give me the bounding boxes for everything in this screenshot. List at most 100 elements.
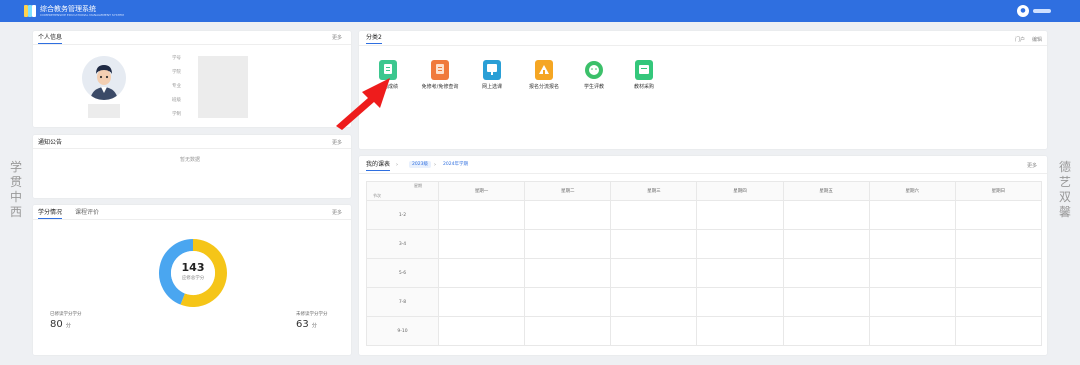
timetable-cell[interactable] [782,229,870,259]
tab-credits[interactable]: 学分情况 [38,209,63,219]
app-textbook[interactable]: 教材采购 [614,60,674,100]
notice-title: 通知公告 [38,139,63,149]
field-class: 班级 [172,98,181,103]
card-divider [33,148,351,149]
chevron-right-icon: › [434,162,436,168]
timetable-cell[interactable] [696,200,784,230]
app-label: 教材采购 [633,84,654,90]
user-icon[interactable]: ● [1017,5,1029,17]
timetable-cell[interactable] [610,287,698,317]
red-arrow-annotation [336,78,390,130]
timetable-cell[interactable] [782,287,870,317]
section-label: 1-2 [366,200,439,230]
day-header: 星期日 [954,181,1043,201]
timetable-cell[interactable] [868,229,956,259]
timetable-cell[interactable] [524,316,612,346]
table-row: 5-6 [366,258,1043,288]
timetable-cell[interactable] [868,316,956,346]
timetable-cell[interactable] [610,229,698,259]
notice-more-link[interactable]: 更多 [332,140,342,146]
remaining-credits-label: 未修读学分学分 [296,312,328,317]
timetable-cell[interactable] [696,287,784,317]
top-bar: 综合教务管理系统 COMPREHENSIVE EDUCATIONAL MANAG… [0,0,1080,22]
app-exemption[interactable]: 免修考/免修查询 [410,60,470,100]
timetable-cell[interactable] [782,316,870,346]
timetable-cell[interactable] [954,229,1043,259]
student-name-redacted [88,104,120,118]
timetable-cell[interactable] [610,316,698,346]
timetable-cell[interactable] [696,258,784,288]
timetable-grid: 星期 节次 星期一 星期二 星期三 星期四 星期五 星期六 星期日 1-2 3-4 5… [366,181,1043,346]
section-label: 9-10 [366,316,439,346]
timetable-cell[interactable] [524,229,612,259]
field-schooling: 学制 [172,112,181,117]
logo-icon[interactable] [24,5,36,17]
personal-more-link[interactable]: 更多 [332,35,342,41]
timetable-cell[interactable] [437,258,526,288]
timetable-cell[interactable] [524,200,612,230]
section-label: 5-6 [366,258,439,288]
textbook-icon [635,60,653,80]
course-select-icon [483,60,501,80]
day-header: 星期四 [696,181,784,201]
field-college: 学院 [172,70,181,75]
table-row: 9-10 [366,316,1043,346]
timetable-cell[interactable] [610,258,698,288]
timetable-cell[interactable] [868,200,956,230]
table-row: 1-2 [366,200,1043,230]
app-course-selection[interactable]: 网上选课 [462,60,522,100]
app-subtitle: COMPREHENSIVE EDUCATIONAL MANAGEMENT SYS… [40,13,124,17]
timetable-cell[interactable] [437,287,526,317]
apps-portal-link[interactable]: 门户 [1015,37,1025,43]
timetable-cell[interactable] [610,200,698,230]
timetable-cell[interactable] [868,258,956,288]
exemption-icon [431,60,449,80]
app-label: 免修考/免修查询 [421,84,459,90]
card-divider [359,173,1047,174]
filter-grade[interactable]: 2023级 [409,161,431,168]
timetable-more-link[interactable]: 更多 [1027,163,1037,169]
right-motto: 德艺双馨 [1058,160,1071,219]
timetable-cell[interactable] [954,287,1043,317]
earned-credits-value: 80 分 [50,319,71,330]
enroll-icon [535,60,553,80]
remaining-credits-value: 63 分 [296,319,317,330]
timetable-cell[interactable] [782,258,870,288]
day-header: 星期五 [782,181,870,201]
notice-card [33,135,351,198]
student-avatar-icon [82,56,126,100]
tab-course-evaluation[interactable]: 课程评价 [75,209,99,217]
credits-more-link[interactable]: 更多 [332,210,342,216]
day-header: 星期二 [524,181,612,201]
app-label: 网上选课 [481,84,502,90]
timetable-cell[interactable] [954,258,1043,288]
section-label: 7-8 [366,287,439,317]
evaluation-icon [585,61,603,79]
timetable-cell[interactable] [524,287,612,317]
section-label: 3-4 [366,229,439,259]
card-divider [33,219,351,220]
timetable-cell[interactable] [954,200,1043,230]
timetable-cell[interactable] [437,316,526,346]
card-divider [33,44,351,45]
apps-edit-link[interactable]: 编辑 [1032,37,1042,43]
timetable-cell[interactable] [437,229,526,259]
timetable-cell[interactable] [437,200,526,230]
field-major: 专业 [172,84,181,89]
card-divider [359,45,1047,46]
personal-values-redacted [198,56,248,118]
day-header: 星期一 [437,181,526,201]
timetable-cell[interactable] [954,316,1043,346]
timetable-cell[interactable] [524,258,612,288]
timetable-cell[interactable] [696,229,784,259]
timetable-cell[interactable] [696,316,784,346]
table-row: 7-8 [366,287,1043,317]
filter-term[interactable]: 2024年学期 [440,161,471,168]
timetable-cell[interactable] [868,287,956,317]
total-credits-label: 应修总学分 [181,276,205,281]
timetable-cell[interactable] [782,200,870,230]
user-name-placeholder[interactable] [1033,9,1051,13]
field-student-id: 学号 [172,56,181,61]
personal-info-card [33,31,351,127]
apps-title: 分类2 [366,34,382,44]
